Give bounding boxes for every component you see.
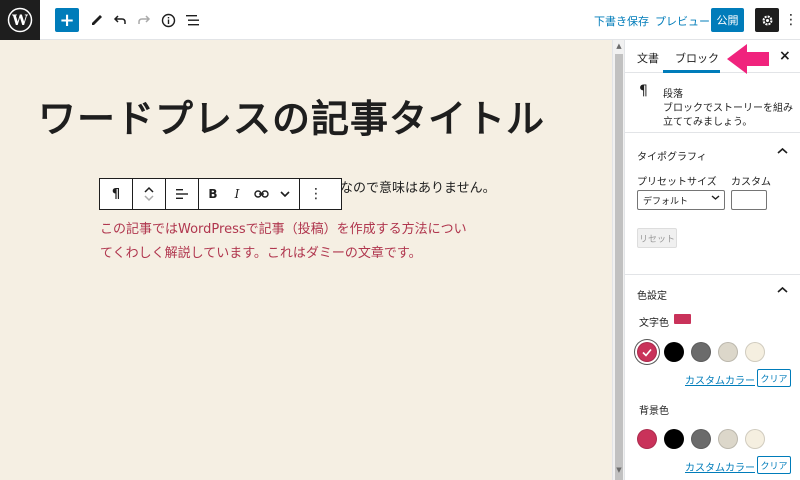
move-group [133, 179, 166, 209]
publish-button[interactable]: 公開 [711, 8, 744, 32]
add-block-button[interactable]: + [55, 8, 79, 32]
selected-paragraph-block[interactable]: この記事ではWordPressで記事（投稿）を作成する方法につい てくわしく解説… [100, 218, 520, 266]
bold-button[interactable]: B [201, 179, 225, 209]
bg-swatch-crimson[interactable] [637, 429, 657, 449]
chevron-down-icon [711, 193, 720, 204]
text-color-label: 文字色 [639, 318, 669, 329]
color-swatch-light-gray[interactable] [718, 342, 738, 362]
checkmark-icon [642, 348, 652, 357]
redo-icon [138, 15, 151, 24]
block-card: ¶ 段落 ブロックでストーリーを組み立ててみましょう。 [625, 73, 800, 133]
bg-swatch-light-gray[interactable] [718, 429, 738, 449]
preset-size-value: デフォルト [643, 197, 689, 207]
close-sidebar-button[interactable]: × [779, 48, 791, 64]
background-color-label: 背景色 [639, 406, 669, 417]
clear-bg-color-button[interactable]: クリア [757, 456, 791, 474]
chevron-up-icon[interactable] [777, 145, 788, 158]
svg-text:W: W [11, 13, 28, 29]
custom-bg-color-link[interactable]: カスタムカラー [685, 459, 755, 474]
settings-button[interactable] [755, 8, 779, 32]
italic-button[interactable]: I [225, 179, 249, 209]
plus-icon: + [59, 9, 75, 31]
paragraph-line: てくわしく解説しています。これはダミーの文章です。 [100, 246, 422, 261]
italic-icon: I [234, 187, 240, 201]
bg-swatch-black[interactable] [664, 429, 684, 449]
color-swatch-crimson[interactable] [637, 342, 657, 362]
color-swatch-cream[interactable] [745, 342, 765, 362]
editor-header: W + 下書き保存 プレビュー 公開 ⋮ [0, 0, 800, 40]
pilcrow-icon: ¶ [111, 186, 121, 202]
undo-button[interactable] [108, 8, 132, 32]
post-title[interactable]: ワードプレスの記事タイトル [38, 88, 545, 143]
custom-size-input[interactable] [731, 190, 767, 210]
bold-icon: B [208, 187, 218, 201]
clear-text-color-button[interactable]: クリア [757, 369, 791, 387]
preview-button[interactable]: プレビュー [655, 13, 710, 29]
save-draft-button[interactable]: 下書き保存 [594, 13, 649, 29]
wordpress-icon: W [7, 7, 33, 33]
custom-color-link[interactable]: カスタムカラー [685, 372, 755, 387]
settings-sidebar: 文書 ブロック × ¶ 段落 ブロックでストーリーを組み立ててみましょう。 タイ… [624, 40, 800, 480]
list-view-button[interactable] [180, 8, 204, 32]
chevron-up-down-icon [144, 186, 154, 202]
align-group [166, 179, 199, 209]
info-button[interactable] [156, 8, 180, 32]
align-left-icon [176, 189, 188, 199]
block-toolbar: ¶ B I ⋮ [99, 178, 342, 210]
block-type-group: ¶ [100, 179, 133, 209]
paragraph-block[interactable]: なので意味はありません。 [340, 177, 496, 196]
more-options-button[interactable]: ⋮ [784, 8, 798, 32]
block-card-title: 段落 [663, 89, 683, 100]
custom-size-label: カスタム [731, 177, 771, 188]
color-settings-panel-title[interactable]: 色設定 [637, 287, 667, 302]
options-group: ⋮ [300, 179, 332, 209]
tab-block[interactable]: ブロック [675, 50, 719, 66]
undo-icon [113, 15, 126, 24]
paragraph-line: この記事ではWordPressで記事（投稿）を作成する方法につい [100, 222, 467, 237]
align-button[interactable] [166, 179, 198, 209]
info-icon [161, 13, 175, 27]
reset-button[interactable]: リセット [637, 228, 677, 248]
scrollbar-thumb[interactable] [615, 54, 623, 480]
bg-swatch-cream[interactable] [745, 429, 765, 449]
paragraph-block-switcher[interactable]: ¶ [100, 179, 132, 209]
chevron-up-icon[interactable] [777, 284, 788, 297]
editor-canvas: ワードプレスの記事タイトル なので意味はありません。 この記事ではWordPre… [0, 40, 612, 480]
block-card-description: ブロックでストーリーを組み立ててみましょう。 [663, 103, 793, 128]
sidebar-tabs: 文書 ブロック × [625, 40, 800, 74]
move-up-down-button[interactable] [133, 179, 165, 209]
color-swatch-gray[interactable] [691, 342, 711, 362]
link-icon [253, 190, 269, 198]
pink-arrow-annotation [727, 44, 769, 74]
text-color-indicator [674, 314, 691, 324]
bg-swatch-gray[interactable] [691, 429, 711, 449]
vertical-dots-icon: ⋮ [309, 186, 323, 202]
link-button[interactable] [249, 179, 273, 209]
preset-size-label: プリセットサイズ [637, 177, 717, 188]
typography-panel-title[interactable]: タイポグラフィ [637, 148, 707, 163]
redo-button[interactable] [132, 8, 156, 32]
panel-divider [625, 274, 800, 275]
tools-button[interactable] [85, 8, 109, 32]
format-group: B I [199, 179, 300, 209]
list-view-icon [185, 14, 199, 25]
wordpress-logo-button[interactable]: W [0, 0, 40, 40]
gear-icon [762, 15, 772, 25]
pencil-icon [92, 15, 102, 25]
tab-document[interactable]: 文書 [637, 50, 659, 66]
preset-size-select[interactable]: デフォルト [637, 190, 725, 210]
color-swatch-black[interactable] [664, 342, 684, 362]
editor-scrollbar[interactable]: ▲ ▼ [612, 40, 624, 480]
block-options-button[interactable]: ⋮ [300, 179, 332, 209]
more-rich-text-button[interactable] [273, 179, 297, 209]
pilcrow-icon: ¶ [639, 83, 648, 99]
chevron-down-icon [280, 191, 290, 198]
